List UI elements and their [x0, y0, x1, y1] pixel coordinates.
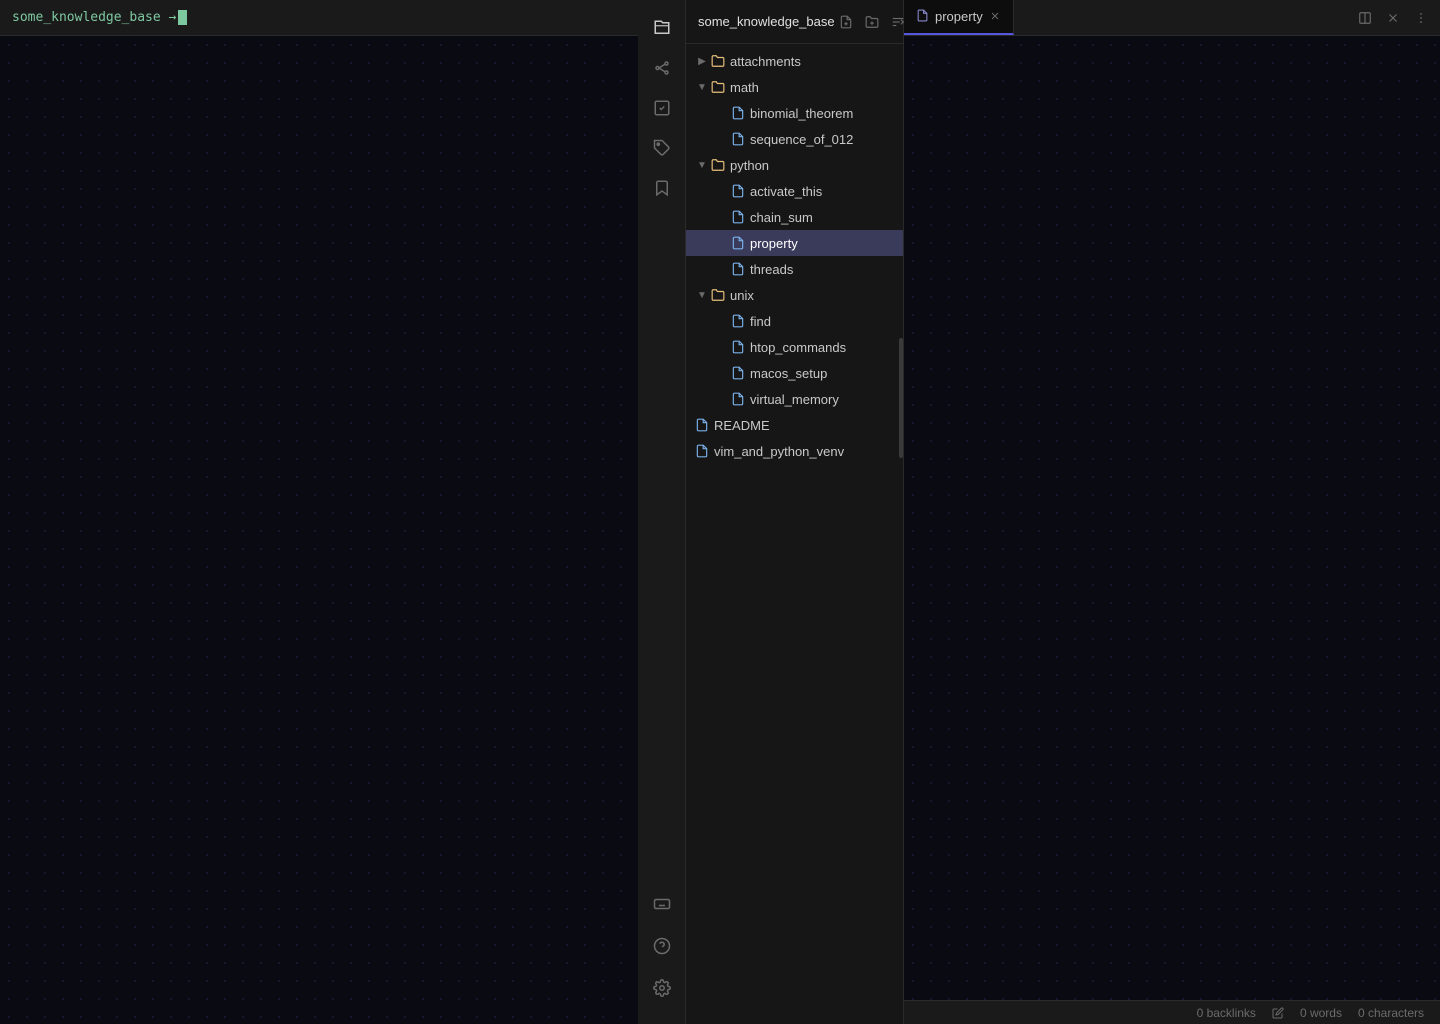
sidebar-item-unix[interactable]: unix — [686, 282, 903, 308]
activity-graph-icon[interactable] — [644, 50, 680, 86]
editor-tab-property[interactable]: property — [904, 0, 1014, 35]
binomial-theorem-label: binomial_theorem — [750, 106, 853, 121]
sidebar-item-property[interactable]: property — [686, 230, 903, 256]
vim-python-venv-label: vim_and_python_venv — [714, 444, 844, 459]
terminal-bg — [0, 0, 638, 1024]
activity-files-icon[interactable] — [644, 10, 680, 46]
unix-arrow — [694, 287, 710, 303]
virtual-memory-file-icon — [730, 391, 746, 407]
sidebar-item-python[interactable]: python — [686, 152, 903, 178]
macos-setup-file-icon — [730, 365, 746, 381]
sidebar-header: some_knowledge_base — [686, 0, 903, 44]
split-editor-button[interactable] — [1354, 7, 1376, 29]
property-file-icon — [730, 235, 746, 251]
tab-property-icon — [916, 9, 929, 25]
python-folder-icon — [710, 157, 726, 173]
htop-commands-file-icon — [730, 339, 746, 355]
macos-setup-label: macos_setup — [750, 366, 827, 381]
activity-tasks-icon[interactable] — [644, 90, 680, 126]
sidebar-item-math[interactable]: math — [686, 74, 903, 100]
close-editor-button[interactable] — [1382, 7, 1404, 29]
tab-property-close[interactable] — [989, 9, 1001, 25]
attachments-folder-icon — [710, 53, 726, 69]
terminal-titlebar: some_knowledge_base → — [0, 0, 638, 36]
activity-bar-bottom — [644, 884, 680, 1016]
unix-folder-icon — [710, 287, 726, 303]
activity-tags-icon[interactable] — [644, 130, 680, 166]
activity-bar — [638, 0, 686, 1024]
terminal-title-text: some_knowledge_base — [12, 10, 161, 25]
activate-this-label: activate_this — [750, 184, 822, 199]
sidebar-item-vim-python-venv[interactable]: vim_and_python_venv — [686, 438, 903, 464]
editor-area: property 0 backlinks 0 words — [904, 0, 1440, 1024]
binomial-theorem-file-icon — [730, 105, 746, 121]
sidebar-header-icons — [835, 11, 909, 33]
python-label: python — [730, 158, 769, 173]
sidebar: some_knowledge_base attachments — [686, 0, 904, 1024]
math-label: math — [730, 80, 759, 95]
math-arrow — [694, 79, 710, 95]
sidebar-item-readme[interactable]: README — [686, 412, 903, 438]
sidebar-item-htop-commands[interactable]: htop_commands — [686, 334, 903, 360]
more-options-button[interactable] — [1410, 7, 1432, 29]
sidebar-item-attachments[interactable]: attachments — [686, 48, 903, 74]
status-bar: 0 backlinks 0 words 0 characters — [904, 1000, 1440, 1024]
sidebar-content: attachments math binomial_theorem sequen… — [686, 44, 903, 1024]
terminal-panel: some_knowledge_base → — [0, 0, 638, 1024]
activity-bookmarks-icon[interactable] — [644, 170, 680, 206]
math-folder-icon — [710, 79, 726, 95]
activate-this-file-icon — [730, 183, 746, 199]
find-label: find — [750, 314, 771, 329]
python-arrow — [694, 157, 710, 173]
sidebar-item-binomial-theorem[interactable]: binomial_theorem — [686, 100, 903, 126]
sidebar-scrollbar[interactable] — [899, 338, 903, 458]
backlinks-status[interactable]: 0 backlinks — [1197, 1006, 1256, 1020]
htop-commands-label: htop_commands — [750, 340, 846, 355]
threads-file-icon — [730, 261, 746, 277]
chain-sum-file-icon — [730, 209, 746, 225]
vault-name: some_knowledge_base — [698, 14, 835, 29]
virtual-memory-label: virtual_memory — [750, 392, 839, 407]
activity-keyboard-icon[interactable] — [644, 886, 680, 922]
editor-content[interactable] — [904, 36, 1440, 1000]
new-folder-button[interactable] — [861, 11, 883, 33]
sidebar-item-virtual-memory[interactable]: virtual_memory — [686, 386, 903, 412]
new-note-button[interactable] — [835, 11, 857, 33]
sequence-file-icon — [730, 131, 746, 147]
terminal-title: some_knowledge_base → — [12, 10, 176, 25]
edit-icon-status[interactable] — [1272, 1007, 1284, 1019]
sidebar-item-find[interactable]: find — [686, 308, 903, 334]
activity-help-icon[interactable] — [644, 928, 680, 964]
words-count: 0 words — [1300, 1006, 1342, 1020]
backlinks-count: 0 backlinks — [1197, 1006, 1256, 1020]
characters-status: 0 characters — [1358, 1006, 1424, 1020]
editor-tab-actions — [1346, 0, 1440, 35]
find-file-icon — [730, 313, 746, 329]
tab-property-label: property — [935, 9, 983, 24]
terminal-prompt: → — [169, 10, 177, 25]
sidebar-item-chain-sum[interactable]: chain_sum — [686, 204, 903, 230]
editor-tabs: property — [904, 0, 1440, 36]
characters-count: 0 characters — [1358, 1006, 1424, 1020]
sidebar-item-macos-setup[interactable]: macos_setup — [686, 360, 903, 386]
terminal-cursor — [178, 10, 187, 25]
readme-label: README — [714, 418, 770, 433]
chain-sum-label: chain_sum — [750, 210, 813, 225]
attachments-label: attachments — [730, 54, 801, 69]
sidebar-item-activate-this[interactable]: activate_this — [686, 178, 903, 204]
sidebar-item-sequence-of-012[interactable]: sequence_of_012 — [686, 126, 903, 152]
attachments-arrow — [694, 53, 710, 69]
words-status: 0 words — [1300, 1006, 1342, 1020]
threads-label: threads — [750, 262, 793, 277]
activity-settings-icon[interactable] — [644, 970, 680, 1006]
sidebar-item-threads[interactable]: threads — [686, 256, 903, 282]
property-label: property — [750, 236, 798, 251]
vim-python-venv-file-icon — [694, 443, 710, 459]
sequence-label: sequence_of_012 — [750, 132, 853, 147]
unix-label: unix — [730, 288, 754, 303]
readme-file-icon — [694, 417, 710, 433]
